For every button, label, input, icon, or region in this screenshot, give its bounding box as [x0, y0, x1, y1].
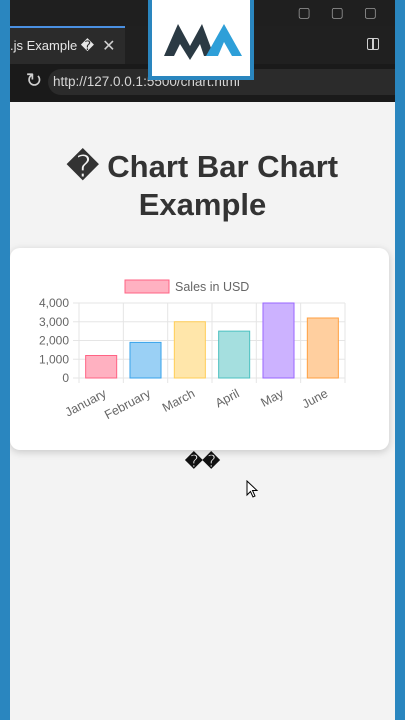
bar-january [85, 355, 118, 379]
chart-card: Sales in USD 0 1,000 2,000 3,000 4,000 January… [10, 248, 389, 450]
x-tick-label: March [160, 386, 197, 415]
page-title-line-2: Example [138, 187, 267, 222]
bar-february [129, 341, 162, 379]
split-view-icon[interactable] [367, 38, 379, 50]
legend-label: Sales in USD [175, 280, 249, 294]
bar-chart: Sales in USD 0 1,000 2,000 3,000 4,000 January… [39, 279, 346, 422]
x-tick-label: April [213, 386, 242, 410]
legend-swatch [124, 279, 170, 294]
mouse-cursor-icon [246, 480, 259, 498]
bar-march [173, 321, 206, 379]
page-title: � Chart Bar Chart Example [10, 148, 395, 224]
footer-text: �� [185, 452, 220, 471]
close-tab-icon[interactable]: ✕ [102, 36, 115, 56]
x-tick-label: February [102, 386, 153, 422]
y-tick-label: 4,000 [39, 296, 69, 310]
logo [148, 0, 254, 80]
tab-label: .js Example � [10, 38, 95, 53]
browser-tab[interactable]: .js Example � ✕ [10, 26, 125, 64]
x-tick-label: January [63, 386, 109, 420]
browser-window: ▢ ▢ ▢ .js Example � ✕ ↻ http://127.0.0.1… [10, 0, 395, 720]
bar-april [218, 330, 251, 379]
page-title-line-1: � Chart Bar Chart [66, 149, 339, 184]
ma-logo-icon [164, 24, 242, 60]
bar-may [262, 302, 295, 379]
y-tick-label: 2,000 [39, 334, 69, 348]
bar-june [306, 317, 339, 379]
y-tick-label: 3,000 [39, 315, 69, 329]
y-tick-label: 0 [62, 371, 69, 385]
reload-icon[interactable]: ↻ [22, 69, 46, 93]
x-tick-label: June [300, 386, 331, 411]
y-tick-label: 1,000 [39, 352, 69, 366]
window-controls-icon[interactable]: ▢ ▢ ▢ [298, 4, 385, 21]
x-tick-label: May [258, 386, 286, 410]
